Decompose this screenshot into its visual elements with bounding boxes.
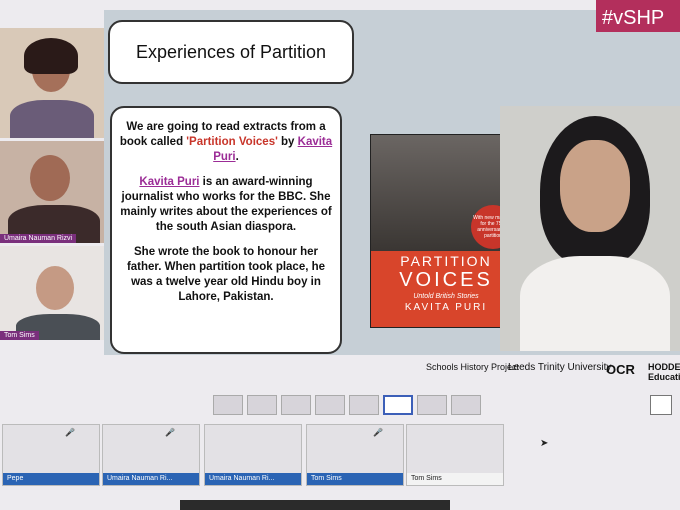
mic-icon[interactable]: 🎤 — [373, 428, 383, 437]
speaker-face — [36, 266, 74, 310]
book-subtitle: Untold British Stories — [413, 293, 479, 300]
participant-name: Pepe — [3, 473, 99, 485]
participant-name: Umaira Nauman Ri... — [205, 473, 301, 485]
speaker-hair — [24, 38, 78, 74]
participant-name: Tom Sims — [307, 473, 403, 485]
cursor-icon: ➤ — [540, 438, 549, 449]
speaker-video-3[interactable]: Tom Sims — [0, 246, 116, 340]
mic-muted-icon[interactable]: 🎤 — [165, 428, 175, 437]
hashtag-banner: #vSHP — [596, 0, 680, 32]
paragraph-father: She wrote the book to honour her father.… — [126, 246, 326, 303]
shared-slide: #vSHP Experiences of Partition We are go… — [104, 0, 680, 355]
participant-tile[interactable]: Umaira Nauman Ri... — [204, 424, 302, 486]
slide-title: Experiences of Partition — [108, 20, 354, 84]
layout-button[interactable] — [213, 395, 243, 415]
speaker-body — [10, 100, 94, 138]
speaker-face — [30, 155, 70, 201]
author-portrait — [500, 106, 680, 351]
paragraph-intro: We are going to read extracts from a boo… — [119, 121, 333, 163]
hodder-logo: HODDER Education — [648, 362, 680, 382]
participant-tile[interactable]: Tom Sims — [406, 424, 504, 486]
book-title-top: PARTITION — [400, 253, 492, 269]
video-call-screen: Umaira Nauman Rizvi Tom Sims #vSHP Exper… — [0, 0, 680, 510]
portrait-body — [520, 256, 670, 351]
speaker-name-tag: Umaira Nauman Rizvi — [0, 234, 77, 243]
shp-logo: Schools History Project — [426, 362, 520, 372]
edit-pencil-icon[interactable] — [650, 395, 672, 415]
participant-name: Umaira Nauman Ri... — [103, 473, 199, 485]
paragraph-author: Kavita Puri is an award-winning journali… — [120, 176, 332, 233]
layout-button[interactable] — [281, 395, 311, 415]
layout-button[interactable] — [417, 395, 447, 415]
layout-button[interactable] — [349, 395, 379, 415]
participant-tile[interactable]: 🎤 Pepe — [2, 424, 100, 486]
layout-button[interactable] — [315, 395, 345, 415]
layout-button-active[interactable] — [383, 395, 413, 415]
layout-button[interactable] — [247, 395, 277, 415]
bottom-toolbar[interactable] — [180, 500, 450, 510]
participant-tile[interactable]: 🎤 Tom Sims — [306, 424, 404, 486]
participant-name: Tom Sims — [407, 473, 503, 485]
layout-button[interactable] — [451, 395, 481, 415]
sponsor-logos: Schools History Project Leeds Trinity Un… — [400, 362, 680, 392]
speaker-name-tag: Tom Sims — [0, 331, 39, 340]
book-title-bottom: VOICES — [399, 269, 493, 291]
slide-body: We are going to read extracts from a boo… — [110, 106, 342, 354]
speaker-video-1[interactable] — [0, 28, 104, 138]
speaker-video-2[interactable]: Umaira Nauman Rizvi — [0, 141, 112, 243]
participant-tile[interactable]: 🎤 Umaira Nauman Ri... — [102, 424, 200, 486]
portrait-face — [560, 140, 630, 232]
ltu-logo: Leeds Trinity University — [508, 362, 612, 373]
book-author: KAVITA PURI — [404, 302, 488, 313]
ocr-logo: OCR — [606, 362, 635, 377]
mic-icon[interactable]: 🎤 — [65, 428, 75, 437]
